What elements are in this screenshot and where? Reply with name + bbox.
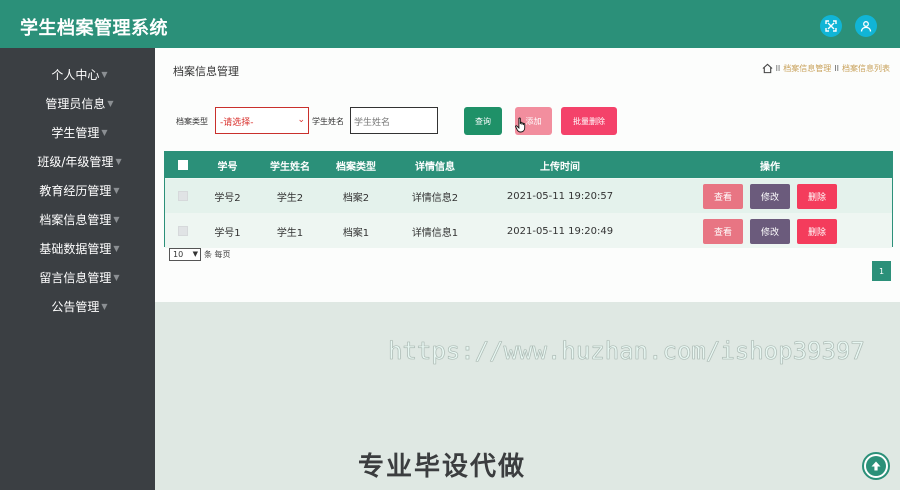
cell-upload-time: 2021-05-11 19:20:57 bbox=[506, 190, 614, 202]
table-header: 学号 学生姓名 档案类型 详情信息 上传时间 操作 bbox=[165, 152, 892, 178]
column-header[interactable]: 上传时间 bbox=[475, 152, 645, 178]
sidebar-item-admin-info[interactable]: 管理员信息 ▼ bbox=[0, 89, 155, 118]
expand-icon[interactable] bbox=[820, 15, 842, 37]
chevron-down-icon: ▼ bbox=[101, 70, 108, 79]
sidebar: 个人中心 ▼ 管理员信息 ▼ 学生管理 ▼ 班级/年级管理 ▼ 教育经历管理 ▼ 档案信息… bbox=[0, 48, 155, 490]
sidebar-item-label: 班级/年级管理 bbox=[37, 155, 114, 169]
sidebar-item-label: 基础数据管理 bbox=[39, 242, 112, 256]
delete-button[interactable]: 删除 bbox=[797, 219, 837, 244]
cell-student-id: 学号1 bbox=[214, 227, 241, 239]
chevron-down-icon: ▼ bbox=[107, 99, 114, 108]
top-bar: 学生档案管理系统 bbox=[0, 0, 900, 48]
column-header[interactable]: 档案类型 bbox=[325, 152, 387, 178]
select-all-checkbox[interactable] bbox=[177, 152, 189, 178]
edit-button[interactable]: 修改 bbox=[750, 184, 790, 209]
home-icon[interactable] bbox=[762, 63, 773, 74]
page-size-suffix: 条 每页 bbox=[204, 250, 231, 259]
sidebar-item-label: 档案信息管理 bbox=[39, 213, 112, 227]
student-name-input[interactable]: 学生姓名 bbox=[350, 107, 438, 134]
column-header[interactable]: 学生姓名 bbox=[259, 152, 321, 178]
chevron-down-icon: ▼ bbox=[113, 186, 120, 195]
sidebar-item-label: 公告管理 bbox=[51, 300, 100, 314]
cell-student-name: 学生1 bbox=[276, 227, 304, 239]
scroll-to-top-button[interactable] bbox=[862, 452, 890, 480]
chevron-down-icon: ▼ bbox=[113, 273, 120, 282]
column-header: 操作 bbox=[760, 161, 780, 173]
app-title: 学生档案管理系统 bbox=[20, 18, 168, 39]
breadcrumb-current: 档案信息列表 bbox=[842, 64, 890, 73]
watermark-url: https://www.huzhan.com/ishop39397 bbox=[388, 337, 865, 366]
main-content: 档案信息管理 II 档案信息管理 II 档案信息列表 档案类型 -请选择- ⌄ … bbox=[155, 48, 900, 302]
page-title: 档案信息管理 bbox=[173, 65, 239, 78]
archive-type-value: -请选择- bbox=[220, 118, 254, 128]
sidebar-item-label: 个人中心 bbox=[51, 68, 100, 82]
chevron-down-icon: ▼ bbox=[113, 215, 120, 224]
batch-delete-button[interactable]: 批量删除 bbox=[561, 107, 617, 135]
view-button[interactable]: 查看 bbox=[703, 184, 743, 209]
cell-archive-type: 档案1 bbox=[342, 227, 370, 239]
delete-button[interactable]: 删除 bbox=[797, 184, 837, 209]
cell-student-name: 学生2 bbox=[276, 192, 304, 204]
sidebar-item-archive-info[interactable]: 档案信息管理 ▼ bbox=[0, 205, 155, 234]
archive-type-label: 档案类型 bbox=[176, 117, 208, 126]
breadcrumb-link-archive-management[interactable]: 档案信息管理 bbox=[783, 63, 831, 74]
page-size-select[interactable]: 10 ▼ bbox=[169, 248, 201, 261]
chevron-down-icon: ▼ bbox=[115, 157, 122, 166]
table-row: 学号2 学生2 档案2 详情信息2 2021-05-11 19:20:57 查看… bbox=[165, 179, 892, 213]
breadcrumb-separator: II bbox=[775, 64, 781, 73]
row-checkbox[interactable] bbox=[177, 214, 189, 248]
sidebar-item-label: 留言信息管理 bbox=[39, 271, 112, 285]
page-number-button[interactable]: 1 bbox=[872, 261, 891, 281]
sidebar-item-label: 管理员信息 bbox=[45, 97, 106, 111]
cell-archive-type: 档案2 bbox=[342, 192, 370, 204]
sidebar-item-announcements[interactable]: 公告管理 ▼ bbox=[0, 292, 155, 321]
sidebar-item-base-data[interactable]: 基础数据管理 ▼ bbox=[0, 234, 155, 263]
cell-upload-time: 2021-05-11 19:20:49 bbox=[506, 225, 614, 237]
sidebar-item-messages[interactable]: 留言信息管理 ▼ bbox=[0, 263, 155, 292]
breadcrumb: II 档案信息管理 II 档案信息列表 bbox=[762, 63, 890, 74]
edit-button[interactable]: 修改 bbox=[750, 219, 790, 244]
query-button[interactable]: 查询 bbox=[464, 107, 502, 135]
cell-student-id: 学号2 bbox=[214, 192, 241, 204]
student-name-label: 学生姓名 bbox=[312, 117, 344, 126]
cell-detail: 详情信息2 bbox=[411, 192, 459, 204]
table-row: 学号1 学生1 档案1 详情信息1 2021-05-11 19:20:49 查看… bbox=[165, 214, 892, 248]
archive-type-select[interactable]: -请选择- ⌄ bbox=[215, 107, 309, 134]
chevron-down-icon: ▼ bbox=[101, 302, 108, 311]
chevron-down-icon: ▼ bbox=[192, 250, 198, 258]
breadcrumb-separator: II bbox=[834, 64, 839, 73]
column-header[interactable]: 详情信息 bbox=[395, 152, 475, 178]
arrow-up-icon bbox=[866, 456, 886, 476]
chevron-down-icon: ▼ bbox=[113, 244, 120, 253]
row-checkbox[interactable] bbox=[177, 179, 189, 213]
user-icon[interactable] bbox=[855, 15, 877, 37]
view-button[interactable]: 查看 bbox=[703, 219, 743, 244]
sidebar-item-label: 学生管理 bbox=[51, 126, 100, 140]
sidebar-item-student-management[interactable]: 学生管理 ▼ bbox=[0, 118, 155, 147]
sidebar-item-personal-center[interactable]: 个人中心 ▼ bbox=[0, 60, 155, 89]
chevron-down-icon: ⌄ bbox=[297, 115, 305, 125]
archive-table: 学号 学生姓名 档案类型 详情信息 上传时间 操作 学号2 学生2 档案2 详情… bbox=[164, 151, 893, 248]
sidebar-item-class-grade[interactable]: 班级/年级管理 ▼ bbox=[0, 147, 155, 176]
watermark-slogan: 专业毕设代做 bbox=[358, 452, 527, 482]
sidebar-item-label: 教育经历管理 bbox=[39, 184, 112, 198]
cell-detail: 详情信息1 bbox=[411, 227, 459, 239]
sidebar-item-education[interactable]: 教育经历管理 ▼ bbox=[0, 176, 155, 205]
chevron-down-icon: ▼ bbox=[101, 128, 108, 137]
page-size-value: 10 bbox=[173, 250, 184, 259]
hand-cursor-icon bbox=[515, 117, 526, 133]
column-header[interactable]: 学号 bbox=[200, 152, 255, 178]
